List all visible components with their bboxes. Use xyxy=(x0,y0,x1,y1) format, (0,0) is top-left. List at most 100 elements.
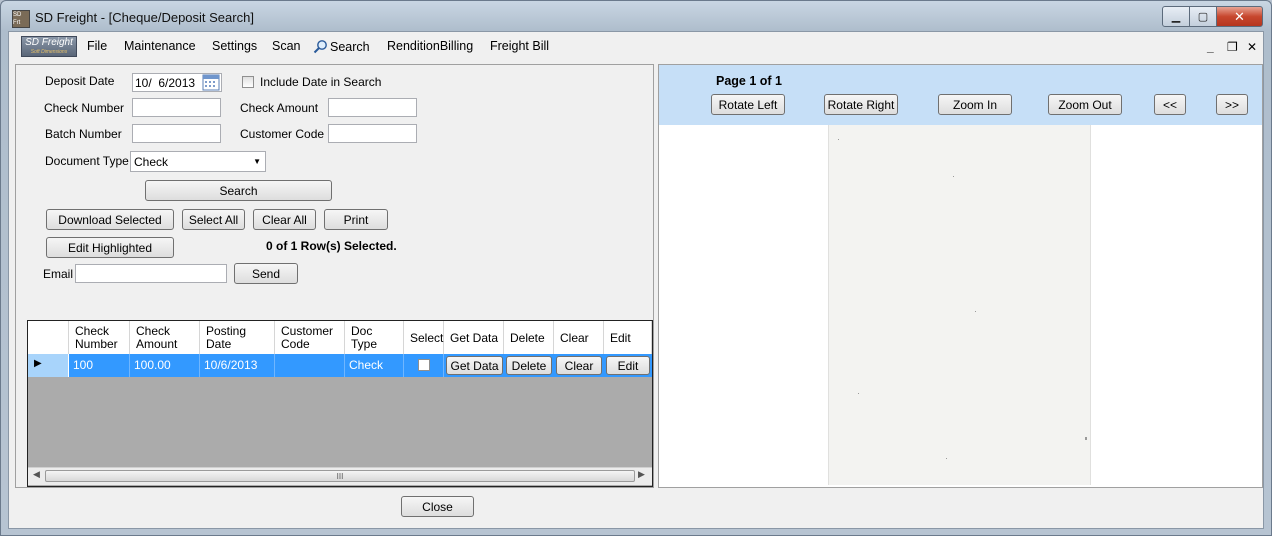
col-label: Customer xyxy=(281,324,334,338)
col-check-number[interactable]: Check Number xyxy=(69,321,130,354)
next-page-button[interactable]: >> xyxy=(1216,94,1248,115)
email-label: Email xyxy=(43,267,74,281)
viewer-toolbar: Page 1 of 1 Rotate Left Rotate Right Zoo… xyxy=(659,65,1262,125)
menu-search[interactable]: Search xyxy=(313,39,370,54)
calendar-icon[interactable] xyxy=(202,74,220,91)
menu-bar: SD Freight Soft Dimensions File Maintena… xyxy=(9,33,1261,60)
deposit-date-picker[interactable]: 10/ 6/2013 xyxy=(132,73,222,92)
results-grid: Check Number Check Amount Posting Date Cust… xyxy=(27,320,653,487)
maximize-button[interactable]: ▢ xyxy=(1189,6,1217,27)
cell-select xyxy=(404,354,444,377)
document-type-label: Document Type xyxy=(45,154,129,168)
clear-row-button[interactable]: Clear xyxy=(556,356,602,375)
menu-rendition-billing[interactable]: RenditionBilling xyxy=(387,39,473,53)
scroll-thumb[interactable]: III xyxy=(45,470,635,482)
col-edit[interactable]: Edit xyxy=(604,321,652,354)
get-data-button[interactable]: Get Data xyxy=(446,356,503,375)
check-amount-label: Check Amount xyxy=(240,101,319,115)
col-label: Check xyxy=(136,324,171,338)
rotate-right-button[interactable]: Rotate Right xyxy=(824,94,898,115)
horizontal-scrollbar[interactable]: ◀ III ▶ xyxy=(28,467,652,485)
document-type-value: Check xyxy=(134,154,169,169)
select-all-button[interactable]: Select All xyxy=(182,209,245,230)
cell-customer-code[interactable] xyxy=(275,354,345,377)
row-header[interactable]: ▶ xyxy=(28,354,69,377)
logo-subtitle: Soft Dimensions xyxy=(30,49,68,55)
include-date-checkbox[interactable] xyxy=(242,76,254,88)
scroll-left-arrow-icon[interactable]: ◀ xyxy=(33,469,40,480)
rotate-left-button[interactable]: Rotate Left xyxy=(711,94,785,115)
print-button[interactable]: Print xyxy=(324,209,388,230)
scan-speck xyxy=(1085,437,1087,440)
cell-check-amount[interactable]: 100.00 xyxy=(130,354,200,377)
col-doc-type[interactable]: Doc Type xyxy=(345,321,404,354)
mdi-minimize-button[interactable]: _ xyxy=(1207,40,1214,54)
close-icon: ✕ xyxy=(1234,8,1245,24)
col-posting-date[interactable]: Posting Date xyxy=(200,321,275,354)
scanned-document-image xyxy=(828,125,1091,485)
scan-speck xyxy=(975,311,976,312)
send-button[interactable]: Send xyxy=(234,263,298,284)
page-indicator: Page 1 of 1 xyxy=(716,74,782,88)
scan-speck xyxy=(946,458,947,459)
scroll-right-arrow-icon[interactable]: ▶ xyxy=(638,469,645,480)
col-label: Date xyxy=(206,337,232,351)
col-label: Code xyxy=(281,337,310,351)
download-selected-button[interactable]: Download Selected xyxy=(46,209,174,230)
col-clear[interactable]: Clear xyxy=(554,321,604,354)
zoom-out-button[interactable]: Zoom Out xyxy=(1048,94,1122,115)
document-viewer: Page 1 of 1 Rotate Left Rotate Right Zoo… xyxy=(658,64,1263,488)
sd-freight-logo: SD Freight Soft Dimensions xyxy=(21,36,77,57)
check-number-input[interactable] xyxy=(132,98,221,117)
menu-maintenance[interactable]: Maintenance xyxy=(124,39,196,53)
menu-file[interactable]: File xyxy=(87,39,107,53)
row-select-checkbox[interactable] xyxy=(418,359,430,371)
batch-number-label: Batch Number xyxy=(45,127,122,141)
table-row[interactable]: ▶ 100 100.00 10/6/2013 Check Get Data De… xyxy=(28,354,652,377)
edit-highlighted-button[interactable]: Edit Highlighted xyxy=(46,237,174,258)
customer-code-label: Customer Code xyxy=(240,127,325,141)
mdi-close-button[interactable]: ✕ xyxy=(1247,40,1257,54)
col-get-data[interactable]: Get Data xyxy=(444,321,504,354)
prev-page-button[interactable]: << xyxy=(1154,94,1186,115)
minimize-button[interactable]: ▁ xyxy=(1162,6,1190,27)
minimize-icon: ▁ xyxy=(1171,11,1181,23)
include-date-label: Include Date in Search xyxy=(260,75,382,89)
close-window-button[interactable]: ✕ xyxy=(1216,6,1263,27)
mdi-restore-button[interactable]: ❐ xyxy=(1227,40,1238,54)
row-header-corner xyxy=(28,321,69,354)
email-input[interactable] xyxy=(75,264,227,283)
check-amount-input[interactable] xyxy=(328,98,417,117)
batch-number-input[interactable] xyxy=(132,124,221,143)
cell-check-number[interactable]: 100 xyxy=(69,354,130,377)
search-button[interactable]: Search xyxy=(145,180,332,201)
maximize-icon: ▢ xyxy=(1197,11,1209,23)
col-label: Type xyxy=(351,337,378,351)
col-check-amount[interactable]: Check Amount xyxy=(130,321,200,354)
close-button[interactable]: Close xyxy=(401,496,474,517)
col-label: Amount xyxy=(136,337,178,351)
edit-row-button[interactable]: Edit xyxy=(606,356,650,375)
grid-header: Check Number Check Amount Posting Date Cust… xyxy=(28,321,652,355)
cell-doc-type[interactable]: Check xyxy=(345,354,404,377)
col-label: Number xyxy=(75,337,118,351)
menu-scan[interactable]: Scan xyxy=(272,39,301,53)
col-select[interactable]: Select xyxy=(404,321,444,354)
col-label: Posting xyxy=(206,324,247,338)
cell-posting-date[interactable]: 10/6/2013 xyxy=(200,354,275,377)
scan-speck xyxy=(838,139,839,140)
document-type-select[interactable]: Check ▼ xyxy=(130,151,266,172)
clear-all-button[interactable]: Clear All xyxy=(253,209,316,230)
menu-freight-bill[interactable]: Freight Bill xyxy=(490,39,549,53)
zoom-in-button[interactable]: Zoom In xyxy=(938,94,1012,115)
menu-settings[interactable]: Settings xyxy=(212,39,257,53)
customer-code-input[interactable] xyxy=(328,124,417,143)
col-customer-code[interactable]: Customer Code xyxy=(275,321,345,354)
delete-row-button[interactable]: Delete xyxy=(506,356,552,375)
col-delete[interactable]: Delete xyxy=(504,321,554,354)
scan-speck xyxy=(953,176,954,177)
deposit-date-label: Deposit Date xyxy=(45,74,115,88)
title-bar: SD Frt SD Freight - [Cheque/Deposit Searc… xyxy=(1,1,1269,31)
col-label: Doc xyxy=(351,324,373,338)
col-label: Check xyxy=(75,324,110,338)
